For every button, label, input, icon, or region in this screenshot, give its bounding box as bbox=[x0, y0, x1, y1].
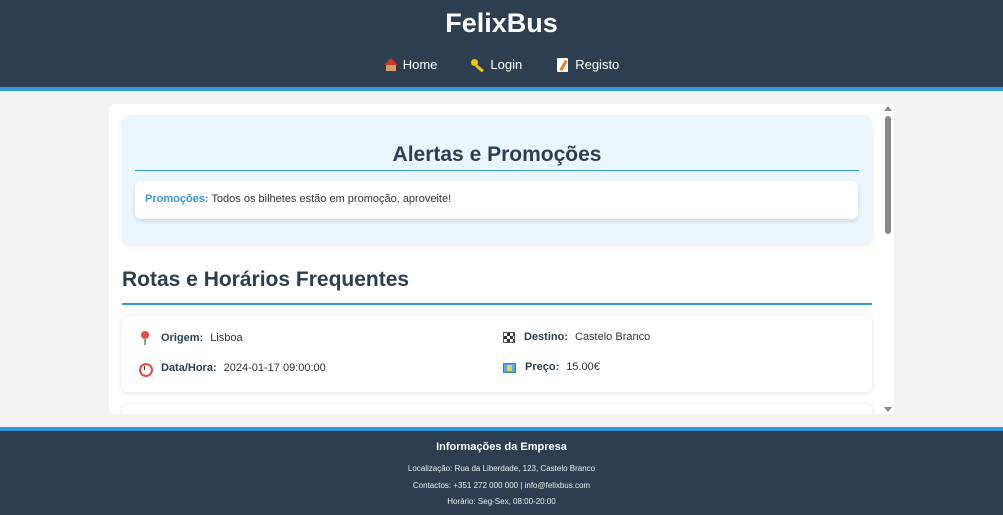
promo-label: Promoções: bbox=[145, 193, 209, 205]
datetime-label: Data/Hora: bbox=[161, 362, 217, 374]
footer-hours: Horário: Seg-Sex, 08:00-20:00 bbox=[447, 497, 556, 506]
price-label: Preço: bbox=[525, 361, 560, 373]
route-datetime: Data/Hora: 2024-01-17 09:00:00 bbox=[138, 361, 326, 377]
scroll-down-icon[interactable] bbox=[884, 407, 892, 412]
routes-divider bbox=[122, 303, 872, 305]
routes-title: Rotas e Horários Frequentes bbox=[122, 268, 410, 291]
house-icon bbox=[383, 57, 398, 72]
origin-label: Origem: bbox=[161, 332, 204, 344]
scroll-thumb[interactable] bbox=[885, 116, 891, 234]
alerts-divider bbox=[135, 170, 859, 171]
datetime-value: 2024-01-17 09:00:00 bbox=[223, 362, 326, 374]
main-content: Alertas e Promoções Promoções: Todos os … bbox=[109, 104, 894, 414]
site-title: FelixBus bbox=[445, 8, 558, 38]
nav-home-link[interactable]: Home bbox=[383, 57, 438, 72]
footer-title: Informações da Empresa bbox=[436, 441, 567, 453]
pin-icon bbox=[138, 331, 152, 345]
footer-contacts: Contactos: +351 272 000 000 | info@felix… bbox=[412, 481, 591, 490]
checkered-flag-icon bbox=[503, 332, 515, 343]
content-scrollbar[interactable] bbox=[882, 104, 894, 414]
origin-value: Lisboa bbox=[210, 332, 243, 344]
route-price: Preço: 15.00€ bbox=[503, 361, 600, 373]
nav-registo-link[interactable]: Registo bbox=[556, 57, 619, 72]
main-nav: Home Login Registo bbox=[0, 57, 1003, 72]
price-value: 15.00€ bbox=[566, 361, 600, 373]
nav-registo-label: Registo bbox=[575, 57, 620, 72]
route-card: Origem: Lisboa Destino: Castelo Branco D… bbox=[122, 316, 872, 392]
destination-label: Destino: bbox=[524, 331, 568, 343]
promo-card: Promoções: Todos os bilhetes estão em pr… bbox=[135, 181, 858, 219]
footer-location: Localização: Rua da Liberdade, 123, Cast… bbox=[407, 464, 596, 473]
site-footer: Informações da Empresa Localização: Rua … bbox=[0, 427, 1003, 515]
site-header: FelixBus Home Login Registo bbox=[0, 0, 1003, 91]
promo-text: Todos os bilhetes estão em promoção, apr… bbox=[208, 193, 452, 205]
alerts-title: Alertas e Promoções bbox=[392, 143, 602, 166]
money-icon bbox=[503, 363, 516, 373]
scroll-up-icon[interactable] bbox=[884, 106, 892, 111]
destination-value: Castelo Branco bbox=[575, 331, 651, 343]
route-destination: Destino: Castelo Branco bbox=[503, 331, 650, 343]
key-icon bbox=[471, 58, 485, 72]
nav-login-label: Login bbox=[490, 57, 523, 72]
alerts-section: Alertas e Promoções Promoções: Todos os … bbox=[122, 115, 872, 244]
memo-icon bbox=[556, 57, 570, 72]
route-origin: Origem: Lisboa bbox=[138, 331, 243, 345]
route-card bbox=[122, 404, 872, 414]
nav-login-link[interactable]: Login bbox=[471, 57, 522, 72]
alarm-clock-icon bbox=[138, 361, 153, 377]
nav-home-label: Home bbox=[402, 57, 438, 72]
